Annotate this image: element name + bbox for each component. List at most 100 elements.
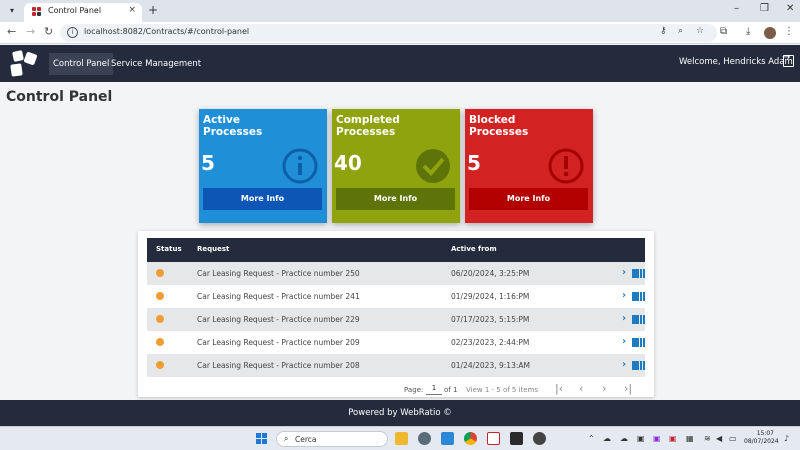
address-bar[interactable]: i localhost:8082/Contracts/#/control-pan… [60, 24, 717, 42]
open-chevron-icon[interactable]: › [622, 359, 626, 370]
pager-page-label: Page: [404, 386, 424, 394]
alert-icon [548, 148, 584, 184]
contact-card-icon[interactable] [632, 361, 645, 370]
browser-menu-icon[interactable]: ⋮ [784, 26, 794, 37]
card-count: 40 [334, 151, 362, 175]
new-tab-button[interactable]: + [148, 3, 158, 17]
taskbar-search[interactable]: ⌕ Cerca [276, 431, 388, 447]
minimize-button[interactable]: – [734, 3, 739, 14]
browser-tabstrip: ▾ Control Panel × + – ❐ ✕ [0, 0, 800, 22]
extensions-icon[interactable]: ⧉ [720, 26, 727, 37]
app-header: Control Panel Service Management Welcome… [0, 45, 800, 82]
tab-close-icon[interactable]: × [128, 5, 136, 15]
volume-icon[interactable]: ◀ [716, 434, 722, 443]
chrome-icon[interactable] [464, 432, 477, 445]
windows-start-icon[interactable] [256, 433, 268, 445]
windows-taskbar: ⌕ Cerca ⌃ ☁ ☁ ▣ ▣ ▣ ▦ ≋ ◀ ▭ 15:07 08/07/… [0, 426, 800, 450]
restore-button[interactable]: ❐ [760, 3, 769, 14]
check-icon [416, 149, 450, 183]
close-window-button[interactable]: ✕ [786, 3, 794, 14]
battery-icon[interactable]: ▭ [729, 434, 737, 443]
column-status[interactable]: Status [156, 245, 182, 253]
next-page-button[interactable]: › [602, 382, 606, 395]
nav-service-management[interactable]: Service Management [107, 53, 205, 75]
last-page-button[interactable]: ›| [624, 382, 632, 395]
table-row[interactable]: Car Leasing Request - Practice number 20… [147, 354, 645, 377]
terminal-icon[interactable] [510, 432, 523, 445]
zoom-icon[interactable]: ⌕ [678, 26, 683, 36]
tab-title: Control Panel [48, 6, 102, 15]
active-from-cell: 01/24/2023, 9:13:AM [451, 361, 530, 370]
webratio-favicon-icon [32, 7, 42, 17]
clock-date: 08/07/2024 [744, 438, 779, 445]
more-info-button[interactable]: More Info [469, 188, 588, 210]
open-chevron-icon[interactable]: › [622, 313, 626, 324]
back-button[interactable]: ← [7, 25, 16, 38]
pager-view-label: View 1 - 5 of 5 items [466, 386, 539, 394]
table-row[interactable]: Car Leasing Request - Practice number 25… [147, 262, 645, 285]
card-blocked-processes: Blocked Processes 5 More Info [465, 109, 593, 223]
request-cell: Car Leasing Request - Practice number 20… [197, 338, 360, 347]
profile-avatar[interactable] [764, 27, 776, 39]
contact-card-icon[interactable] [632, 292, 645, 301]
webratio-app-icon[interactable] [487, 432, 500, 445]
prev-page-button[interactable]: ‹ [579, 382, 583, 395]
site-info-icon[interactable]: i [67, 27, 78, 38]
info-icon [282, 148, 318, 184]
nav-control-panel[interactable]: Control Panel [49, 53, 114, 75]
browser-toolbar: ← → ↻ i localhost:8082/Contracts/#/contr… [0, 22, 800, 44]
logout-icon[interactable] [782, 52, 794, 67]
open-chevron-icon[interactable]: › [622, 336, 626, 347]
tray-chevron-icon[interactable]: ⌃ [588, 434, 595, 443]
table-row[interactable]: Car Leasing Request - Practice number 22… [147, 308, 645, 331]
address-url[interactable]: localhost:8082/Contracts/#/control-panel [84, 27, 249, 36]
tray-app-icon[interactable]: ▣ [669, 434, 677, 443]
card-completed-processes: Completed Processes 40 More Info [332, 109, 460, 223]
more-info-button[interactable]: More Info [336, 188, 455, 210]
reload-button[interactable]: ↻ [44, 25, 53, 38]
file-explorer-icon[interactable] [395, 432, 408, 445]
card-title: Completed Processes [336, 114, 400, 138]
todo-check-icon[interactable] [441, 432, 454, 445]
download-icon[interactable]: ⤓ [746, 26, 750, 37]
card-title: Blocked Processes [469, 114, 529, 138]
password-key-icon[interactable]: ⚷ [660, 26, 667, 36]
open-chevron-icon[interactable]: › [622, 267, 626, 278]
column-active-from[interactable]: Active from [451, 245, 497, 253]
webratio-logo[interactable] [10, 50, 38, 77]
app-icon[interactable] [533, 432, 546, 445]
tab-search-chevron-icon[interactable]: ▾ [6, 5, 18, 17]
welcome-text: Welcome, Hendricks Adam [679, 57, 793, 67]
table-row[interactable]: Car Leasing Request - Practice number 20… [147, 331, 645, 354]
tray-cloud-icon[interactable]: ☁ [603, 434, 611, 443]
column-request[interactable]: Request [197, 245, 229, 253]
tray-app-icon[interactable]: ▦ [686, 434, 694, 443]
forward-button[interactable]: → [26, 25, 35, 38]
active-from-cell: 07/17/2023, 5:15:PM [451, 315, 530, 324]
contact-card-icon[interactable] [632, 338, 645, 347]
table-row[interactable]: Car Leasing Request - Practice number 24… [147, 285, 645, 308]
status-indicator [156, 269, 164, 277]
status-indicator [156, 292, 164, 300]
tray-cloud-icon[interactable]: ☁ [620, 434, 628, 443]
active-from-cell: 06/20/2024, 3:25:PM [451, 269, 530, 278]
card-active-processes: Active Processes 5 More Info [199, 109, 327, 223]
active-from-cell: 01/29/2024, 1:16:PM [451, 292, 530, 301]
system-clock[interactable]: 15:07 08/07/2024 [744, 430, 779, 446]
notification-bell-icon[interactable]: ♪ [784, 434, 789, 443]
browser-tab[interactable]: Control Panel × [24, 3, 142, 22]
pager-page-input[interactable]: 1 [426, 384, 442, 395]
first-page-button[interactable]: |‹ [555, 382, 563, 395]
more-info-button[interactable]: More Info [203, 188, 322, 210]
tray-app-icon[interactable]: ▣ [653, 434, 661, 443]
contact-card-icon[interactable] [632, 269, 645, 278]
open-chevron-icon[interactable]: › [622, 290, 626, 301]
contact-card-icon[interactable] [632, 315, 645, 324]
tray-app-icon[interactable]: ▣ [637, 434, 645, 443]
app-icon[interactable] [418, 432, 431, 445]
taskbar-search-text: Cerca [295, 435, 317, 444]
card-count: 5 [467, 151, 481, 175]
wifi-icon[interactable]: ≋ [704, 434, 711, 443]
bookmark-star-icon[interactable]: ☆ [696, 26, 704, 36]
page-title: Control Panel [6, 89, 113, 105]
